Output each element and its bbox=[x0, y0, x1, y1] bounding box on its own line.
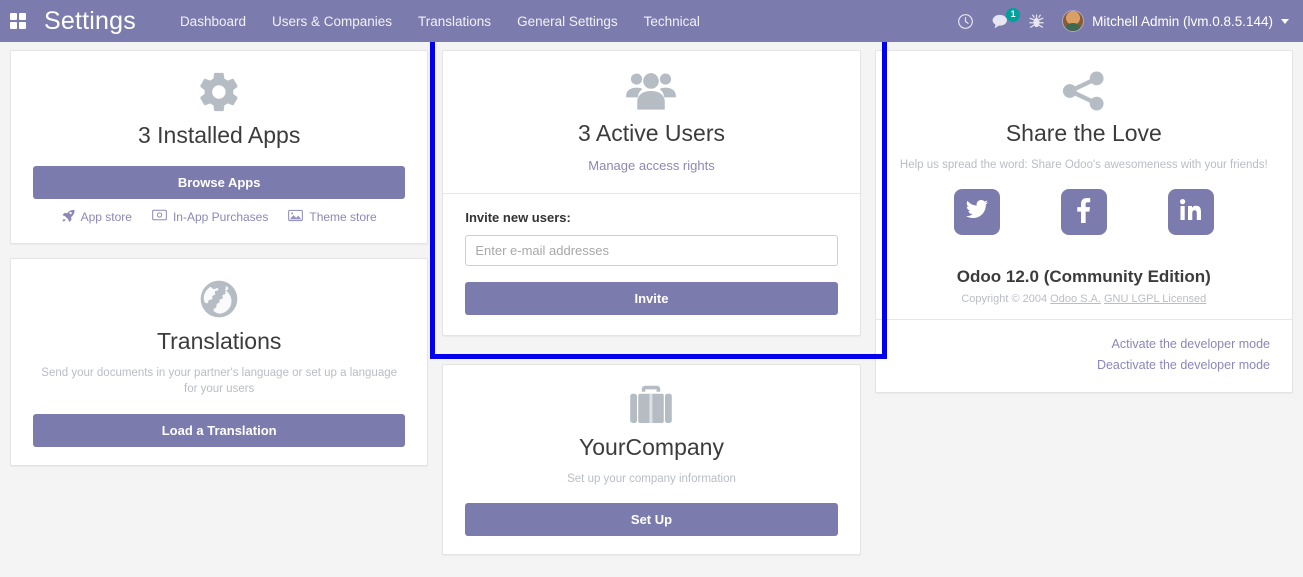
odoo-version-title: Odoo 12.0 (Community Edition) bbox=[898, 267, 1270, 287]
navbar-right-section: 1 Mitchell Admin (lvm.0.8.5.144) bbox=[957, 10, 1303, 32]
apps-menu-button[interactable] bbox=[0, 0, 36, 42]
deactivate-developer-mode-link[interactable]: Deactivate the developer mode bbox=[898, 355, 1270, 376]
app-brand-title: Settings bbox=[44, 7, 136, 36]
image-icon bbox=[288, 209, 303, 225]
settings-dashboard: 3 Installed Apps Browse Apps App store bbox=[0, 42, 1303, 577]
right-column: Share the Love Help us spread the word: … bbox=[875, 50, 1293, 393]
chevron-down-icon bbox=[1281, 19, 1289, 24]
left-column: 3 Installed Apps Browse Apps App store bbox=[10, 50, 428, 466]
linkedin-share-button[interactable] bbox=[1168, 189, 1214, 235]
odoo-sa-link[interactable]: Odoo S.A. bbox=[1050, 293, 1101, 305]
top-navbar: Settings Dashboard Users & Companies Tra… bbox=[0, 0, 1303, 42]
developer-mode-block: Activate the developer mode Deactivate t… bbox=[876, 319, 1292, 391]
translations-body: Translations Send your documents in your… bbox=[11, 259, 427, 465]
active-users-title: 3 Active Users bbox=[465, 119, 837, 148]
app-store-link[interactable]: App store bbox=[62, 209, 132, 225]
globe-icon bbox=[33, 277, 405, 321]
browse-apps-button[interactable]: Browse Apps bbox=[33, 166, 405, 199]
center-column: 3 Active Users Manage access rights Invi… bbox=[442, 50, 860, 555]
company-subtitle: Set up your company information bbox=[465, 471, 837, 488]
rocket-icon bbox=[62, 209, 75, 225]
users-icon bbox=[465, 69, 837, 113]
company-title: YourCompany bbox=[465, 433, 837, 462]
facebook-icon bbox=[1076, 197, 1091, 228]
share-title: Share the Love bbox=[898, 119, 1270, 148]
in-app-purchases-label: In-App Purchases bbox=[173, 210, 268, 224]
share-the-love-card: Share the Love Help us spread the word: … bbox=[875, 50, 1293, 393]
user-name-label: Mitchell Admin (lvm.0.8.5.144) bbox=[1092, 14, 1273, 29]
bug-icon[interactable] bbox=[1029, 13, 1044, 30]
chat-icon[interactable]: 1 bbox=[992, 13, 1011, 30]
theme-store-label: Theme store bbox=[309, 210, 376, 224]
activate-developer-mode-link[interactable]: Activate the developer mode bbox=[898, 334, 1270, 355]
menu-item-translations[interactable]: Translations bbox=[416, 10, 493, 33]
translations-subtitle: Send your documents in your partner's la… bbox=[33, 365, 405, 398]
message-count-badge: 1 bbox=[1006, 8, 1020, 22]
copyright-text: Copyright © 2004 Odoo S.A. GNU LGPL Lice… bbox=[898, 293, 1270, 305]
installed-apps-card: 3 Installed Apps Browse Apps App store bbox=[10, 50, 428, 244]
invite-users-section: Invite new users: Invite bbox=[443, 193, 859, 335]
translations-card: Translations Send your documents in your… bbox=[10, 258, 428, 466]
installed-apps-body: 3 Installed Apps Browse Apps App store bbox=[11, 51, 427, 243]
installed-apps-title: 3 Installed Apps bbox=[33, 121, 405, 150]
menu-item-technical[interactable]: Technical bbox=[642, 10, 702, 33]
social-buttons bbox=[898, 189, 1270, 235]
avatar bbox=[1062, 10, 1084, 32]
menu-item-dashboard[interactable]: Dashboard bbox=[178, 10, 248, 33]
gear-icon bbox=[33, 69, 405, 115]
invite-users-label: Invite new users: bbox=[465, 210, 837, 225]
apps-grid-icon bbox=[10, 13, 26, 29]
in-app-purchases-link[interactable]: In-App Purchases bbox=[152, 209, 268, 224]
theme-store-link[interactable]: Theme store bbox=[288, 209, 376, 225]
invite-button[interactable]: Invite bbox=[465, 282, 837, 315]
company-body: YourCompany Set up your company informat… bbox=[443, 365, 859, 554]
invite-email-input[interactable] bbox=[465, 235, 837, 266]
share-subtitle: Help us spread the word: Share Odoo's aw… bbox=[898, 157, 1270, 174]
main-menu: Dashboard Users & Companies Translations… bbox=[178, 10, 702, 33]
app-store-label: App store bbox=[81, 210, 132, 224]
menu-item-users-companies[interactable]: Users & Companies bbox=[270, 10, 394, 33]
briefcase-icon bbox=[465, 383, 837, 427]
twitter-share-button[interactable] bbox=[954, 189, 1000, 235]
linkedin-icon bbox=[1179, 198, 1203, 227]
manage-access-rights-link[interactable]: Manage access rights bbox=[588, 158, 714, 173]
company-card: YourCompany Set up your company informat… bbox=[442, 364, 860, 555]
gnu-lgpl-link[interactable]: GNU LGPL Licensed bbox=[1104, 293, 1206, 305]
share-body: Share the Love Help us spread the word: … bbox=[876, 51, 1292, 253]
version-block: Odoo 12.0 (Community Edition) Copyright … bbox=[876, 253, 1292, 319]
active-users-body: 3 Active Users Manage access rights bbox=[443, 51, 859, 193]
clock-icon[interactable] bbox=[957, 13, 974, 30]
copyright-prefix: Copyright © 2004 bbox=[961, 293, 1047, 305]
translations-title: Translations bbox=[33, 327, 405, 356]
active-users-card: 3 Active Users Manage access rights Invi… bbox=[442, 50, 860, 336]
app-store-links: App store In-App Purchases bbox=[33, 209, 405, 225]
facebook-share-button[interactable] bbox=[1061, 189, 1107, 235]
user-menu[interactable]: Mitchell Admin (lvm.0.8.5.144) bbox=[1062, 10, 1289, 32]
company-setup-button[interactable]: Set Up bbox=[465, 503, 837, 536]
load-translation-button[interactable]: Load a Translation bbox=[33, 414, 405, 447]
share-icon bbox=[898, 69, 1270, 113]
twitter-icon bbox=[965, 199, 989, 226]
menu-item-general-settings[interactable]: General Settings bbox=[515, 10, 620, 33]
money-icon bbox=[152, 209, 167, 224]
